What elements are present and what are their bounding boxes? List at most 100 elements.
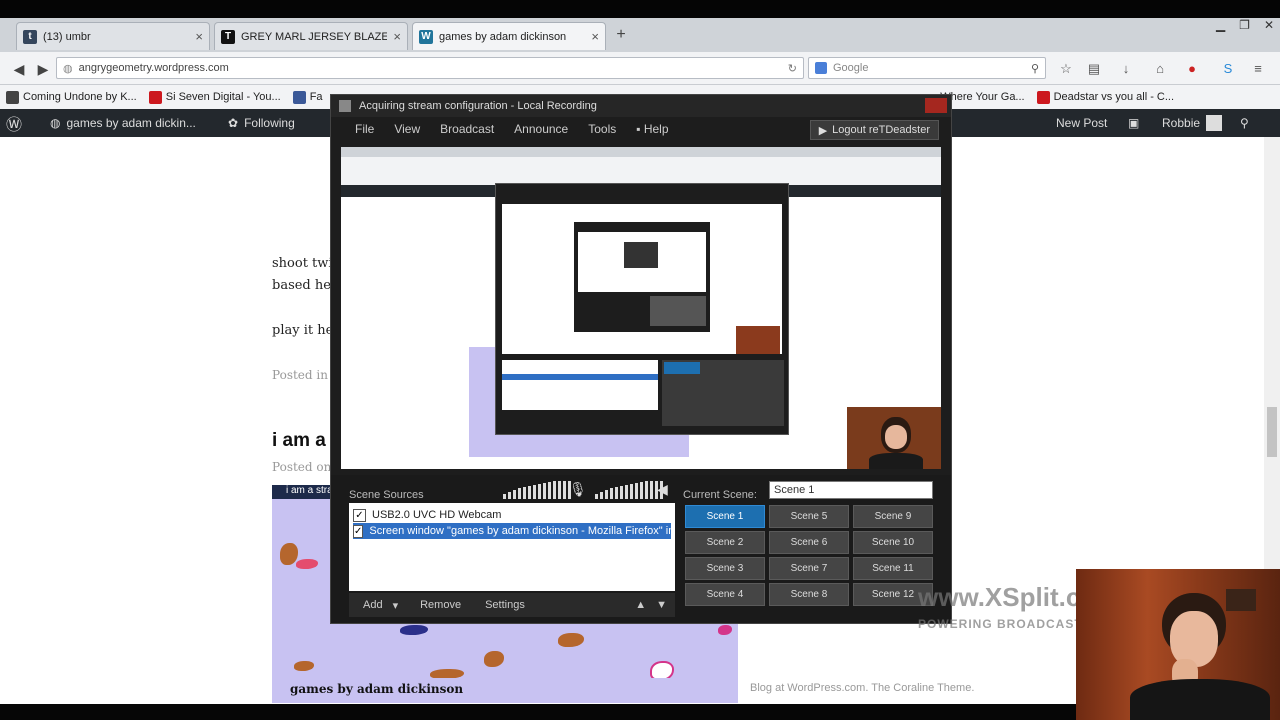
site-name-link[interactable]: ◍ games by adam dickin...	[50, 109, 196, 137]
tab-close-icon[interactable]: ×	[393, 29, 401, 44]
game-sprite	[400, 625, 428, 635]
menu-file[interactable]: File	[345, 122, 384, 136]
tab-title: games by adam dickinson	[439, 30, 567, 43]
remove-source-button[interactable]: Remove	[420, 599, 461, 611]
move-down-icon[interactable]: ▼	[656, 599, 667, 611]
mic-volume-meter[interactable]	[503, 481, 571, 499]
bookmark-label: Coming Undone by K...	[23, 91, 137, 103]
xsplit-titlebar[interactable]: Acquiring stream configuration - Local R…	[331, 95, 951, 117]
search-bar[interactable]: Google ⚲	[808, 57, 1046, 79]
xsplit-window: Acquiring stream configuration - Local R…	[330, 94, 952, 624]
scene-button[interactable]: Scene 7	[769, 557, 849, 580]
scene-button[interactable]: Scene 11	[853, 557, 933, 580]
source-settings-button[interactable]: Settings	[485, 599, 525, 611]
logout-button[interactable]: ▶ Logout reTDeadster	[809, 120, 939, 140]
back-arrow-icon[interactable]: ◀	[10, 60, 28, 78]
topman-favicon-icon: T	[221, 29, 235, 44]
source-row[interactable]: ✓ USB2.0 UVC HD Webcam	[353, 507, 671, 523]
home-icon[interactable]: ⌂	[1152, 61, 1168, 77]
menu-icon[interactable]: ≡	[1250, 61, 1266, 77]
user-name: Robbie	[1162, 116, 1201, 130]
wordpress-favicon-icon: W	[419, 29, 433, 44]
source-checkbox[interactable]: ✓	[353, 508, 366, 522]
speaker-icon[interactable]: ◀	[657, 481, 668, 498]
game-sprite	[558, 633, 584, 647]
menu-tools[interactable]: Tools	[578, 122, 626, 136]
url-text: angrygeometry.wordpress.com	[78, 62, 229, 74]
tab-tumblr[interactable]: t (13) umbr ×	[16, 22, 210, 50]
site-footer-strip: games by adam dickinson	[272, 678, 738, 703]
following-check-icon: ✿	[228, 116, 239, 130]
scrollbar-thumb[interactable]	[1267, 407, 1277, 457]
search-magnifier-icon[interactable]: ⚲	[1031, 62, 1039, 75]
browser-tab-strip: t (13) umbr × T GREY MARL JERSEY BLAZE..…	[0, 18, 1280, 52]
notifications-icon[interactable]: ▣	[1128, 109, 1139, 137]
reload-icon[interactable]: ↻	[788, 62, 797, 75]
source-actions-bar: Add ▾ Remove Settings ▲ ▼	[349, 593, 675, 617]
minimize-icon[interactable]: ▁	[1216, 18, 1225, 32]
close-window-icon[interactable]: ✕	[1264, 18, 1274, 32]
add-source-button[interactable]: Add	[363, 599, 383, 611]
scene-button[interactable]: Scene 5	[769, 505, 849, 528]
scene-button[interactable]: Scene 2	[685, 531, 765, 554]
reading-list-icon[interactable]: ▤	[1086, 61, 1102, 77]
menu-announce[interactable]: Announce	[504, 122, 578, 136]
download-icon[interactable]: ↓	[1118, 61, 1134, 77]
url-bar[interactable]: ◍ angrygeometry.wordpress.com ↻	[56, 57, 804, 79]
bookmark-item[interactable]: Coming Undone by K...	[0, 90, 143, 104]
bookmark-star-icon[interactable]: ☆	[1058, 61, 1074, 77]
window-controls: ▁ ❐ ✕	[1216, 18, 1274, 32]
user-menu[interactable]: Robbie	[1162, 109, 1223, 137]
menu-help[interactable]: ▪ Help	[626, 122, 678, 136]
microphone-icon[interactable]: 🎙	[569, 481, 587, 498]
menu-view[interactable]: View	[384, 122, 430, 136]
preview-navbar	[341, 157, 941, 171]
preview-tabstrip	[341, 147, 941, 157]
bookmark-label: Deadstar vs you all - C...	[1053, 91, 1175, 103]
scene-button[interactable]: Scene 10	[853, 531, 933, 554]
person-body	[869, 453, 923, 469]
tab-games-by-adam-dickinson[interactable]: W games by adam dickinson ×	[412, 22, 606, 50]
tab-close-icon[interactable]: ×	[195, 29, 203, 44]
source-checkbox[interactable]: ✓	[353, 524, 364, 538]
nested-scenes	[650, 296, 706, 326]
scene-name-field[interactable]: Scene 1	[769, 481, 933, 499]
avatar	[1206, 115, 1223, 131]
search-icon[interactable]: ⚲	[1240, 109, 1249, 137]
wordpress-logo-icon[interactable]: Ⓦ	[6, 109, 22, 137]
scene-button[interactable]: Scene 4	[685, 583, 765, 606]
restore-icon[interactable]: ❐	[1239, 18, 1250, 32]
nested-webcam	[736, 326, 780, 354]
menu-broadcast[interactable]: Broadcast	[430, 122, 504, 136]
following-button[interactable]: ✿ Following	[228, 109, 295, 137]
bookmark-label: Fa	[309, 91, 323, 103]
tab-topman[interactable]: T GREY MARL JERSEY BLAZE... ×	[214, 22, 408, 50]
site-footer-title[interactable]: games by adam dickinson	[272, 678, 738, 700]
scene-button[interactable]: Scene 1	[685, 505, 765, 528]
scene-button[interactable]: Scene 6	[769, 531, 849, 554]
post-heading[interactable]: i am a	[272, 430, 326, 452]
speaker-volume-meter[interactable]	[595, 481, 663, 499]
scene-button[interactable]: Scene 8	[769, 583, 849, 606]
add-dropdown-icon[interactable]: ▾	[393, 599, 399, 612]
new-post-button[interactable]: New Post	[1056, 109, 1107, 137]
nested-xsplit-window	[574, 222, 710, 332]
bookmark-item[interactable]: Fa	[287, 90, 329, 104]
skype-icon[interactable]: S	[1220, 61, 1236, 77]
bookmark-item[interactable]: Deadstar vs you all - C...	[1031, 90, 1180, 104]
forward-arrow-icon[interactable]: ▶	[34, 60, 52, 78]
game-sprite	[294, 661, 314, 671]
tab-close-icon[interactable]: ×	[591, 29, 599, 44]
bookmark-item[interactable]: Si Seven Digital - You...	[143, 90, 287, 104]
scene-button[interactable]: Scene 3	[685, 557, 765, 580]
xsplit-close-button[interactable]	[925, 98, 947, 113]
scene-sources-list: ✓ USB2.0 UVC HD Webcam ✓ Screen window "…	[349, 503, 675, 591]
new-tab-button[interactable]: +	[610, 24, 632, 46]
scene-button[interactable]: Scene 9	[853, 505, 933, 528]
adblock-icon[interactable]: ●	[1184, 61, 1200, 77]
move-up-icon[interactable]: ▲	[635, 599, 646, 611]
footer-credit[interactable]: Blog at WordPress.com. The Coraline Them…	[750, 682, 974, 694]
game-sprite	[280, 543, 298, 565]
source-row-selected[interactable]: ✓ Screen window "games by adam dickinson…	[353, 523, 671, 539]
tumblr-favicon-icon: t	[23, 29, 37, 44]
